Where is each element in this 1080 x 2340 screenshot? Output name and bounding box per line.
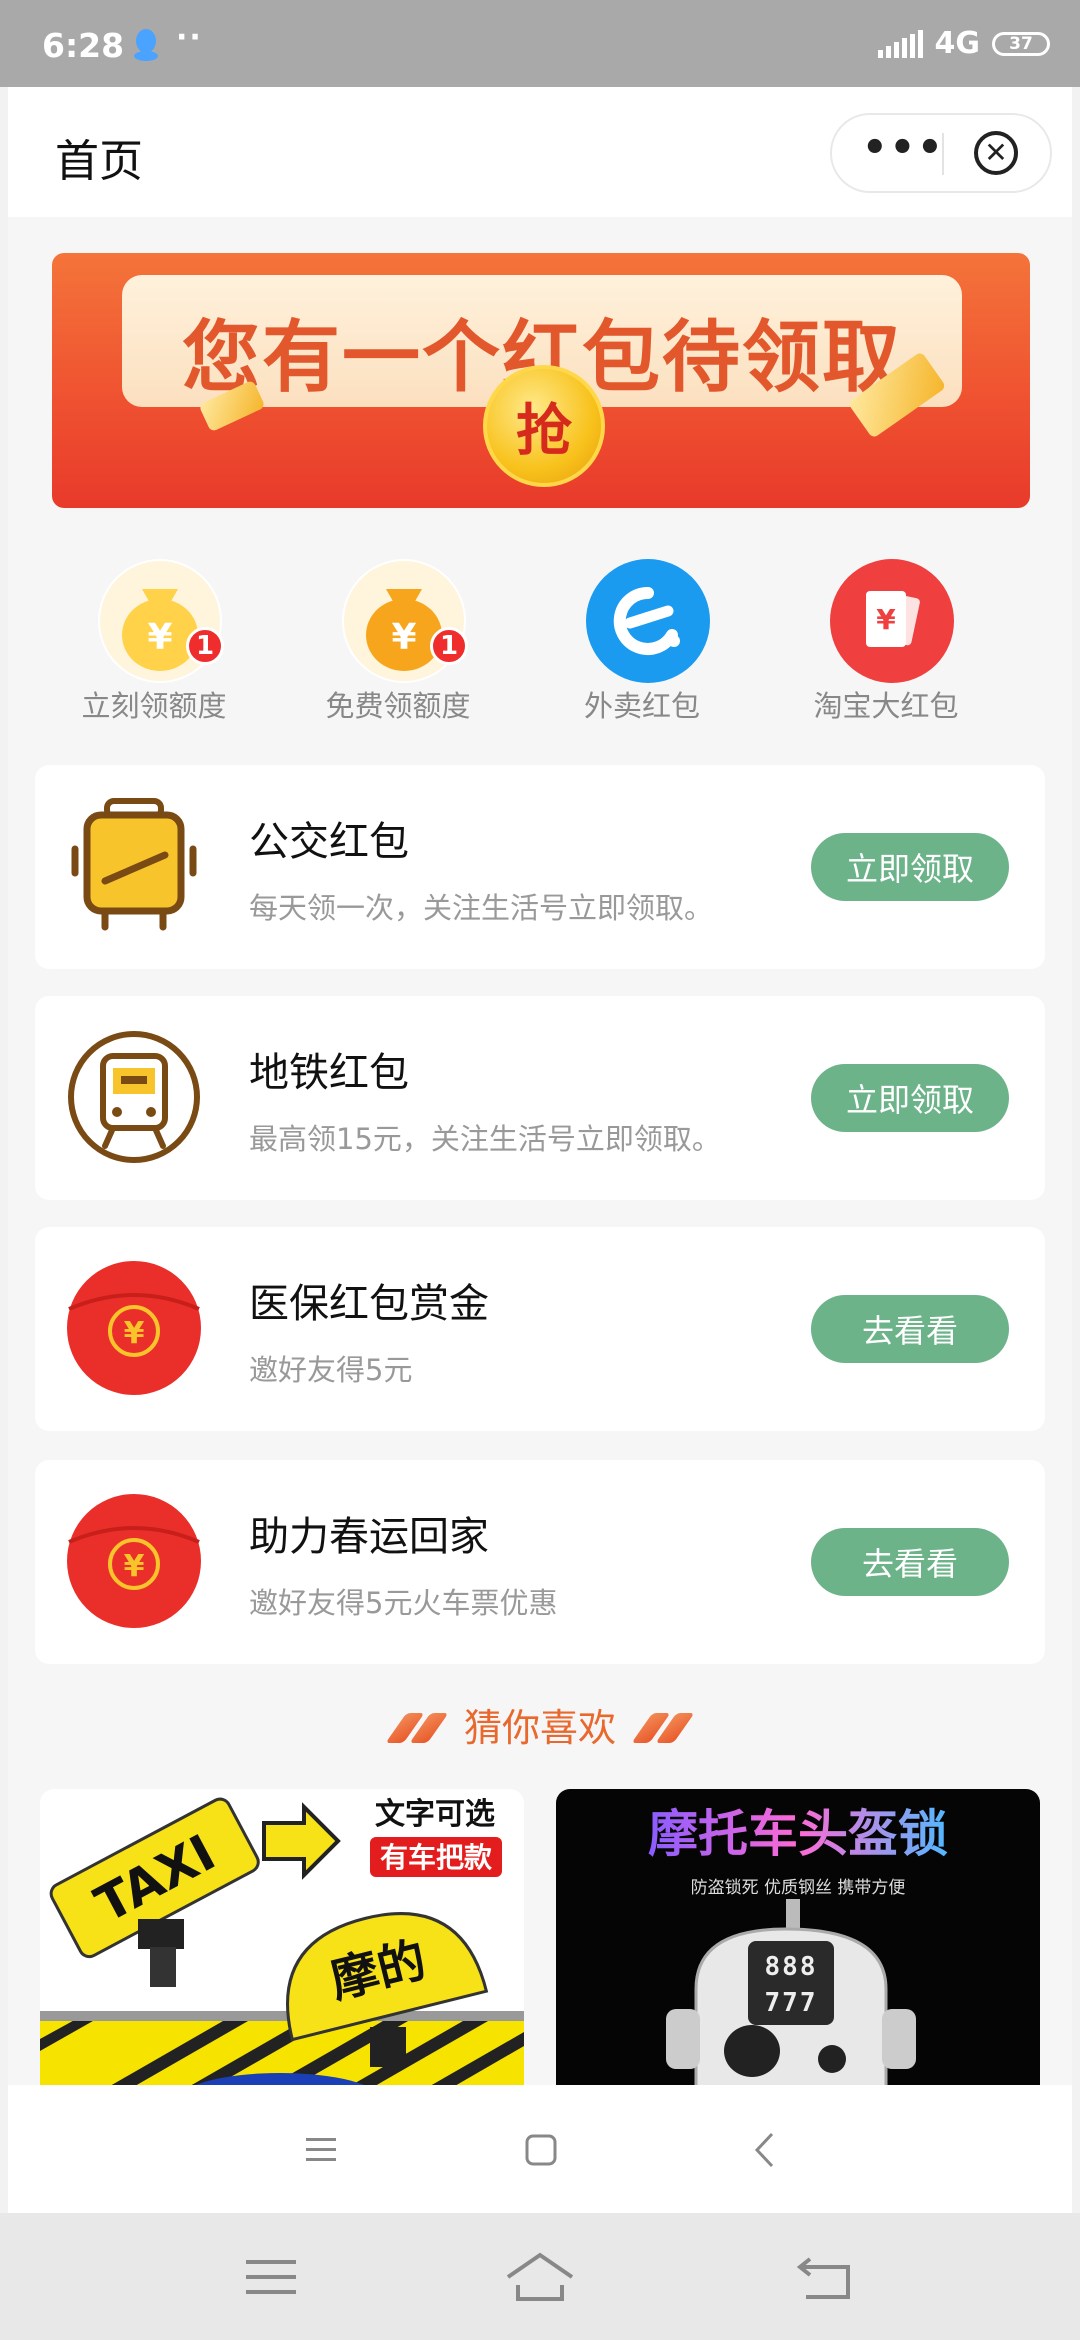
subway-icon [68, 1031, 200, 1163]
back-icon[interactable] [796, 2253, 854, 2301]
svg-text:¥: ¥ [876, 603, 896, 636]
bus-icon [71, 798, 197, 931]
card-subtitle: 邀好友得5元火车票优惠 [249, 1586, 558, 1620]
yuan-coin-icon: ¥ [67, 1261, 201, 1395]
entry-instant-credit[interactable]: ¥ 1 立刻领额度 [32, 537, 276, 723]
product-features: 防盗锁死 优质钢丝 携带方便 [691, 1878, 906, 1898]
capsule-divider [942, 133, 944, 175]
qq-icon [134, 29, 158, 61]
card-title: 地铁红包 [249, 1050, 409, 1096]
inner-navigation-bar [8, 2085, 1072, 2213]
close-icon[interactable]: ✕ [974, 131, 1018, 175]
title-bar: 首页 ••• ✕ [8, 87, 1072, 217]
product-tag: 文字可选 [375, 1797, 495, 1832]
entry-label: 免费领额度 [325, 689, 471, 723]
stripe-icon [631, 1713, 695, 1745]
entry-taobao-packet[interactable]: ¥ 淘宝大红包 [764, 537, 1008, 723]
lock-dial-text: 888 [765, 1952, 818, 1982]
menu-icon[interactable] [304, 2135, 338, 2165]
red-packet-banner[interactable]: 您有一个红包待领取 抢 [52, 253, 1030, 508]
lock-dial-text: 777 [765, 1988, 818, 2018]
home-square-icon[interactable] [524, 2133, 558, 2167]
product-card-helmet-lock[interactable]: 摩托车头盔锁 防盗锁死 优质钢丝 携带方便 888 777 [556, 1789, 1040, 2085]
home-icon[interactable] [504, 2251, 576, 2303]
card-subway-packet[interactable]: 地铁红包 最高领15元，关注生活号立即领取。 立即领取 [35, 996, 1045, 1200]
card-title: 助力春运回家 [249, 1514, 489, 1560]
entry-label: 淘宝大红包 [813, 689, 959, 723]
entry-label: 立刻领额度 [81, 689, 227, 723]
badge-count: 1 [186, 627, 224, 665]
claim-button[interactable]: 立即领取 [811, 833, 1009, 901]
entry-free-credit[interactable]: ¥ 1 免费领额度 [276, 537, 520, 723]
claim-button[interactable]: 立即领取 [811, 1064, 1009, 1132]
eleme-icon [586, 559, 710, 683]
card-spring-travel[interactable]: ¥ 助力春运回家 邀好友得5元火车票优惠 去看看 [35, 1460, 1045, 1664]
section-title: 猜你喜欢 [463, 1706, 616, 1750]
notification-dots-icon: ·· [176, 20, 203, 55]
status-bar: 6:28 ·· 4G 37 [0, 0, 1080, 87]
svg-text:¥: ¥ [147, 617, 172, 658]
entry-label: 外卖红包 [583, 689, 700, 723]
entry-takeout-packet[interactable]: 外卖红包 [520, 537, 764, 723]
more-icon[interactable]: ••• [862, 125, 945, 171]
view-button[interactable]: 去看看 [811, 1295, 1009, 1363]
battery-level: 37 [1009, 33, 1033, 54]
product-title: 摩托车头盔锁 [648, 1805, 948, 1863]
stripe-icon [385, 1713, 449, 1745]
product-image: TAXI 文字可选 有车把款 摩的 [40, 1797, 524, 2085]
red-envelope-icon: ¥ [830, 559, 954, 683]
card-subtitle: 邀好友得5元 [249, 1353, 413, 1387]
svg-text:¥: ¥ [124, 1316, 145, 1351]
product-card-taxi-light[interactable]: TAXI 文字可选 有车把款 摩的 [40, 1789, 524, 2085]
page-title: 首页 [55, 136, 143, 187]
miniapp-capsule: ••• ✕ [830, 113, 1052, 193]
card-title: 医保红包赏金 [249, 1281, 489, 1327]
system-navigation-bar [0, 2213, 1080, 2340]
card-subtitle: 每天领一次，关注生活号立即领取。 [249, 891, 714, 925]
content-area[interactable]: 您有一个红包待领取 抢 ¥ 1 立刻领额度 ¥ 1 免费领额度 外卖红包 ¥ 淘… [8, 217, 1072, 2085]
network-type: 4G [934, 26, 981, 61]
card-subtitle: 最高领15元，关注生活号立即领取。 [249, 1122, 721, 1156]
grab-coin-button[interactable]: 抢 [483, 365, 605, 487]
product-image: 摩托车头盔锁 防盗锁死 优质钢丝 携带方便 888 777 [648, 1805, 948, 2085]
yuan-coin-icon: ¥ [67, 1494, 201, 1628]
product-tag: 有车把款 [380, 1841, 493, 1874]
card-medical-packet[interactable]: ¥ 医保红包赏金 邀好友得5元 去看看 [35, 1227, 1045, 1431]
badge-count: 1 [430, 627, 468, 665]
view-button[interactable]: 去看看 [811, 1528, 1009, 1596]
card-bus-packet[interactable]: 公交红包 每天领一次，关注生活号立即领取。 立即领取 [35, 765, 1045, 969]
card-title: 公交红包 [249, 819, 409, 865]
recent-apps-icon[interactable] [244, 2257, 298, 2297]
quick-entry-row: ¥ 1 立刻领额度 ¥ 1 免费领额度 外卖红包 ¥ 淘宝大红包 [32, 537, 1048, 723]
status-time: 6:28 [42, 26, 125, 65]
svg-text:¥: ¥ [391, 617, 416, 658]
signal-icon [877, 29, 923, 58]
svg-text:¥: ¥ [124, 1549, 145, 1584]
back-chevron-icon[interactable] [752, 2131, 776, 2169]
battery-icon: 37 [992, 31, 1050, 56]
guess-you-like-header: 猜你喜欢 [8, 1697, 1072, 1757]
